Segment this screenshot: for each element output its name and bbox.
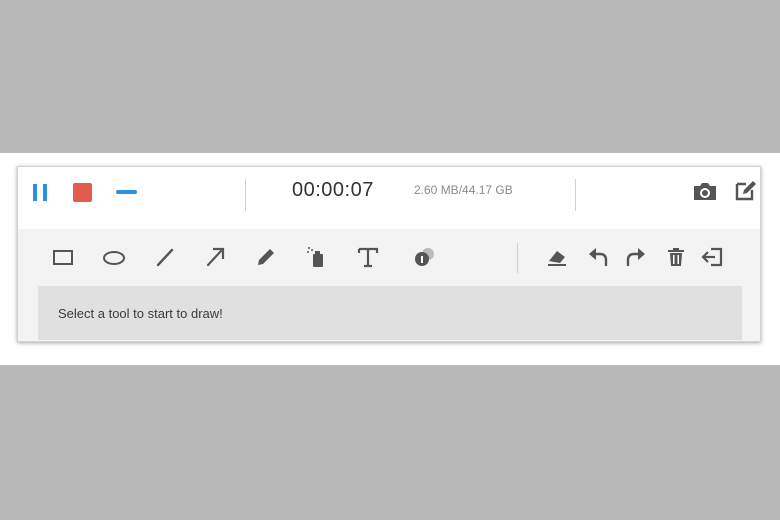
divider xyxy=(575,179,576,211)
pencil-icon xyxy=(258,249,274,265)
line-tool[interactable] xyxy=(153,245,177,269)
spray-tool[interactable] xyxy=(305,245,329,269)
divider xyxy=(245,179,246,211)
arrow-tool[interactable] xyxy=(203,245,227,269)
pencil-tool[interactable] xyxy=(254,245,278,269)
redo-icon xyxy=(626,248,645,266)
recording-timer: 00:00:07 xyxy=(292,179,374,201)
line-icon xyxy=(156,248,174,267)
eraser-icon xyxy=(548,251,566,266)
edit-button[interactable] xyxy=(734,179,758,203)
pause-icon xyxy=(33,184,47,201)
spray-icon xyxy=(307,247,323,267)
blur-icon xyxy=(415,248,434,266)
canvas-hint: Select a tool to start to draw! xyxy=(58,306,223,321)
trash-icon xyxy=(668,248,684,266)
recorder-top-bar: 00:00:07 2.60 MB/44.17 GB xyxy=(18,167,760,229)
camera-icon xyxy=(694,183,716,200)
screenshot-button[interactable] xyxy=(692,179,718,203)
ellipse-icon xyxy=(103,251,125,265)
exit-button[interactable] xyxy=(701,245,725,269)
blur-tool[interactable] xyxy=(413,245,437,269)
stop-icon xyxy=(73,183,92,202)
ellipse-tool[interactable] xyxy=(102,245,126,269)
minimize-button[interactable] xyxy=(114,181,140,205)
exit-icon xyxy=(701,247,723,267)
drawing-canvas[interactable]: Select a tool to start to draw! xyxy=(38,286,742,340)
redo-button[interactable] xyxy=(624,245,648,269)
text-tool[interactable] xyxy=(356,245,380,269)
rectangle-tool[interactable] xyxy=(51,245,75,269)
eraser-button[interactable] xyxy=(545,245,569,269)
minimize-icon xyxy=(116,190,137,194)
rectangle-icon xyxy=(53,250,73,265)
pause-button[interactable] xyxy=(30,181,54,205)
delete-button[interactable] xyxy=(664,245,688,269)
stop-button[interactable] xyxy=(71,181,95,205)
arrow-icon xyxy=(206,247,225,267)
undo-button[interactable] xyxy=(586,245,610,269)
edit-icon xyxy=(735,181,756,201)
undo-icon xyxy=(589,248,608,266)
file-size-readout: 2.60 MB/44.17 GB xyxy=(414,183,513,197)
text-icon xyxy=(357,247,379,268)
divider xyxy=(517,243,518,273)
recorder-panel: 00:00:07 2.60 MB/44.17 GB Select a tool … xyxy=(17,166,761,342)
